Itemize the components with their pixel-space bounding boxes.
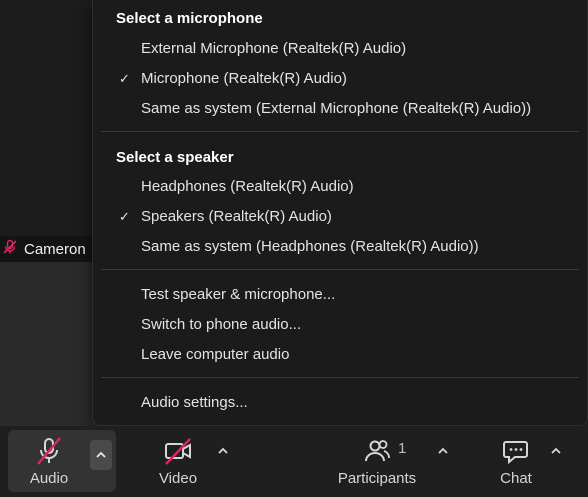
speaker-heading: Select a speaker <box>116 149 234 166</box>
participants-icon <box>362 436 392 466</box>
menu-divider <box>101 269 579 270</box>
participant-name-tag: Cameron <box>0 236 100 262</box>
participants-button[interactable]: Participants <box>330 430 424 492</box>
participants-options-caret[interactable] <box>432 436 454 466</box>
menu-divider <box>101 131 579 132</box>
chevron-up-icon <box>551 447 561 454</box>
test-speaker-microphone-item[interactable]: Test speaker & microphone... <box>141 286 335 303</box>
chevron-up-icon <box>438 447 448 454</box>
checkmark-icon: ✓ <box>119 71 130 86</box>
microphone-option-same-as-system[interactable]: Same as system (External Microphone (Rea… <box>141 100 531 117</box>
participant-name: Cameron <box>24 240 86 258</box>
chevron-up-icon <box>218 447 228 454</box>
microphone-heading: Select a microphone <box>116 10 263 27</box>
speaker-option-speakers[interactable]: Speakers (Realtek(R) Audio) <box>141 208 332 225</box>
leave-computer-audio-item[interactable]: Leave computer audio <box>141 346 289 363</box>
mic-muted-icon <box>34 436 64 466</box>
mic-muted-icon <box>2 239 18 259</box>
meeting-window: Cameron Select a microphone External Mic… <box>0 0 588 497</box>
chat-label: Chat <box>500 470 532 487</box>
audio-button[interactable]: Audio <box>8 430 116 492</box>
video-options-caret[interactable] <box>212 436 234 466</box>
chat-button[interactable]: Chat <box>486 430 546 492</box>
audio-label: Audio <box>29 470 69 487</box>
video-tile <box>0 0 100 236</box>
audio-options-caret[interactable] <box>90 440 112 470</box>
switch-to-phone-audio-item[interactable]: Switch to phone audio... <box>141 316 301 333</box>
video-button[interactable]: Video <box>146 430 210 492</box>
microphone-option-realtek[interactable]: Microphone (Realtek(R) Audio) <box>141 70 347 87</box>
chat-icon <box>501 436 531 466</box>
meeting-toolbar: Audio Video Participants 1 Chat <box>0 426 588 497</box>
chat-options-caret[interactable] <box>545 436 567 466</box>
speaker-option-same-as-system[interactable]: Same as system (Headphones (Realtek(R) A… <box>141 238 479 255</box>
participants-count: 1 <box>398 440 407 457</box>
menu-divider <box>101 377 579 378</box>
audio-settings-item[interactable]: Audio settings... <box>141 394 248 411</box>
video-label: Video <box>158 470 198 487</box>
microphone-option-external[interactable]: External Microphone (Realtek(R) Audio) <box>141 40 406 57</box>
audio-menu: Select a microphone External Microphone … <box>92 0 588 426</box>
participants-label: Participants <box>337 470 417 487</box>
chevron-up-icon <box>96 451 106 458</box>
checkmark-icon: ✓ <box>119 209 130 224</box>
speaker-option-headphones[interactable]: Headphones (Realtek(R) Audio) <box>141 178 354 195</box>
video-off-icon <box>163 436 193 466</box>
